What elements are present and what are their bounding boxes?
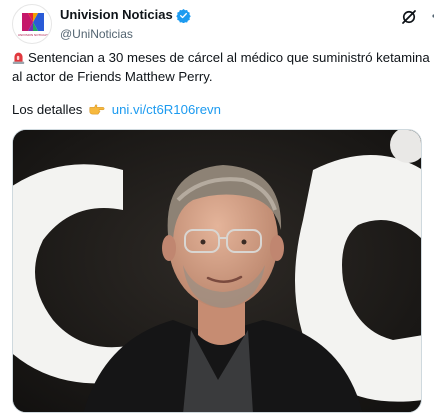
pointing-right-emoji-icon <box>89 104 105 115</box>
photo-illustration <box>13 130 421 412</box>
author-names: Univision Noticias @UniNoticias <box>60 6 191 42</box>
details-line: Los detalles uni.vi/ct6R106revn <box>12 100 221 119</box>
author-handle[interactable]: @UniNoticias <box>60 26 191 42</box>
display-name-text: Univision Noticias <box>60 7 173 22</box>
tweet-media-photo[interactable] <box>12 129 422 413</box>
author-display-name[interactable]: Univision Noticias <box>60 7 191 23</box>
univision-logo-icon <box>22 13 44 31</box>
details-link[interactable]: uni.vi/ct6R106revn <box>112 102 221 117</box>
verified-badge-icon <box>175 8 191 23</box>
tweet-text: Sentencian a 30 meses de cárcel al médic… <box>12 48 432 86</box>
police-light-emoji-icon <box>12 52 25 64</box>
details-label: Los detalles <box>12 102 83 117</box>
tweet-body: Sentencian a 30 meses de cárcel al médic… <box>12 50 430 84</box>
grok-icon[interactable] <box>400 8 418 26</box>
tweet-header: UNIVISION NOTICIAS Univision Noticias @U… <box>12 4 434 44</box>
avatar[interactable]: UNIVISION NOTICIAS <box>12 4 52 44</box>
avatar-caption: UNIVISION NOTICIAS <box>17 33 49 37</box>
